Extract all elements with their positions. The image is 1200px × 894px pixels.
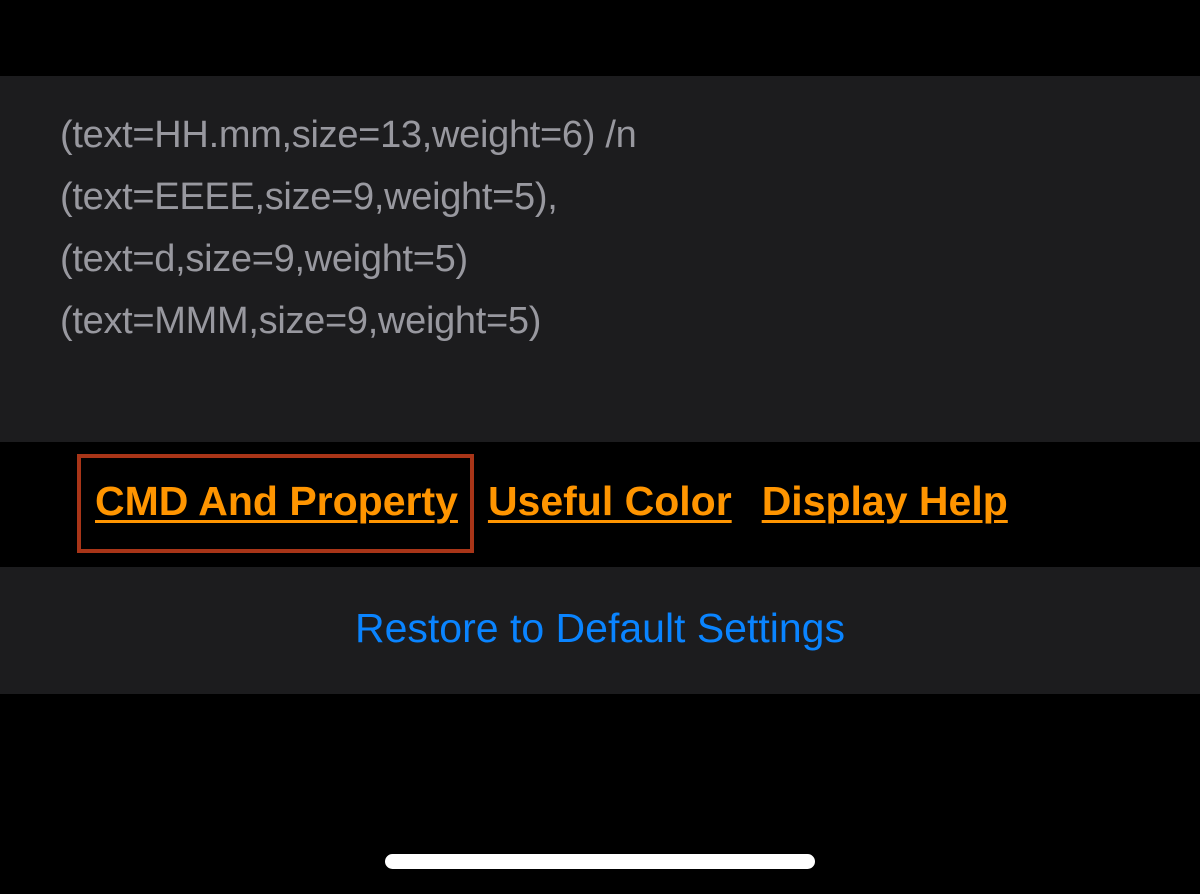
display-help-link-wrapper: Display Help	[762, 478, 1008, 525]
config-line-1: (text=HH.mm,size=13,weight=6) /n	[60, 104, 1140, 166]
cmd-property-link-wrapper: CMD And Property	[77, 454, 474, 553]
restore-panel: Restore to Default Settings	[0, 567, 1200, 694]
cmd-property-link[interactable]: CMD And Property	[95, 478, 458, 524]
useful-color-link-wrapper: Useful Color	[488, 478, 732, 525]
help-links-row: CMD And Property Useful Color Display He…	[0, 442, 1200, 567]
display-help-link[interactable]: Display Help	[762, 478, 1008, 524]
bottom-spacer	[0, 694, 1200, 894]
config-text-panel: (text=HH.mm,size=13,weight=6) /n (text=E…	[0, 76, 1200, 442]
config-line-3: (text=d,size=9,weight=5)	[60, 228, 1140, 290]
config-line-4: (text=MMM,size=9,weight=5)	[60, 290, 1140, 352]
restore-default-button[interactable]: Restore to Default Settings	[355, 605, 845, 651]
useful-color-link[interactable]: Useful Color	[488, 478, 732, 524]
config-line-2: (text=EEEE,size=9,weight=5),	[60, 166, 1140, 228]
home-indicator[interactable]	[385, 854, 815, 869]
top-spacer	[0, 0, 1200, 76]
